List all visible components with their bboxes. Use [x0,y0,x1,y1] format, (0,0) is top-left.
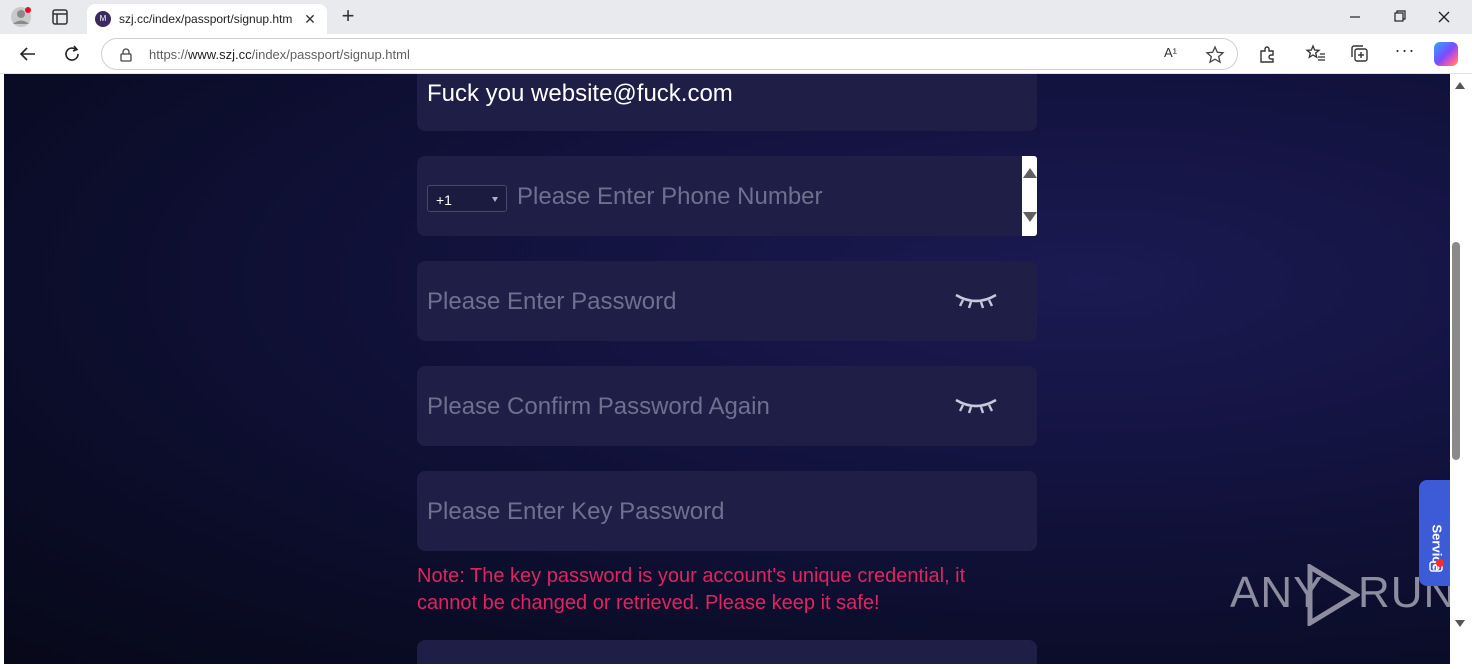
phone-field[interactable]: +1 Please Enter Phone Number [417,156,1037,236]
extensions-icon[interactable] [1256,43,1278,65]
back-arrow-icon[interactable] [16,42,40,66]
country-code-select[interactable]: +1 [427,185,507,212]
note-line-2: cannot be changed or retrieved. Please k… [417,592,880,614]
confirm-password-field[interactable]: Please Confirm Password Again [417,366,1037,446]
favorites-list-icon[interactable] [1305,43,1327,65]
scroll-up-icon[interactable] [1455,82,1465,89]
scroll-down-icon[interactable] [1455,620,1465,627]
read-aloud-icon[interactable]: A¹ [1164,45,1184,65]
password-placeholder[interactable]: Please Enter Password [427,288,676,316]
tab-actions-icon[interactable] [50,7,70,27]
country-code-value: +1 [436,192,452,208]
navigation-bar: https://www.szj.cc/index/passport/signup… [0,34,1472,74]
tab-title: szj.cc/index/passport/signup.htm [119,12,293,26]
key-password-field[interactable]: Please Enter Key Password [417,471,1037,551]
more-options-icon[interactable]: ··· [1394,41,1416,65]
tab-close-icon[interactable]: ✕ [301,10,319,28]
minimize-icon[interactable] [1342,6,1368,28]
url-text[interactable]: https://www.szj.cc/index/passport/signup… [149,47,410,62]
phone-placeholder[interactable]: Please Enter Phone Number [517,183,823,211]
scrollbar-thumb[interactable] [1452,242,1460,460]
email-value[interactable]: Fuck you website@fuck.com [427,80,733,108]
eye-closed-icon[interactable] [953,291,999,311]
notification-dot [1436,559,1444,567]
lock-icon[interactable] [118,47,134,63]
profile-icon[interactable] [10,6,32,28]
browser-title-bar: M szj.cc/index/passport/signup.htm ✕ + [0,0,1472,34]
signup-page: Fuck you website@fuck.com +1 Please Ente… [4,74,1450,664]
service-label: Service [1429,524,1445,571]
number-spinner[interactable] [1022,156,1037,236]
next-form-field[interactable] [417,640,1037,664]
collections-icon[interactable] [1349,43,1371,65]
confirm-password-placeholder[interactable]: Please Confirm Password Again [427,393,770,421]
note-line-1: Note: The key password is your account's… [417,565,966,587]
eye-closed-icon[interactable] [953,396,999,416]
anyrun-watermark: ANY RUN [1230,564,1450,628]
spin-down-icon[interactable] [1023,212,1037,222]
reload-icon[interactable] [60,42,84,66]
url-scheme: https:// [149,47,189,62]
dropdown-arrow-icon [492,197,498,202]
key-password-placeholder[interactable]: Please Enter Key Password [427,498,724,526]
key-password-note: Note: The key password is your account's… [417,563,1057,617]
site-favicon-icon: M [95,11,111,27]
close-window-icon[interactable] [1431,6,1457,28]
email-field[interactable]: Fuck you website@fuck.com [417,74,1037,131]
url-path: /index/passport/signup.html [251,47,410,62]
new-tab-icon[interactable]: + [336,5,360,29]
url-host: www.szj.cc [188,47,252,62]
copilot-icon[interactable] [1434,42,1458,66]
service-button[interactable]: Service [1419,480,1450,586]
window-bottom-edge [0,664,1472,670]
browser-tab-active[interactable]: M szj.cc/index/passport/signup.htm ✕ [87,4,327,34]
spin-up-icon[interactable] [1023,168,1037,178]
restore-icon[interactable] [1386,6,1412,28]
play-logo-icon [1307,564,1360,626]
password-field[interactable]: Please Enter Password [417,261,1037,341]
favorite-star-icon[interactable] [1204,44,1226,66]
address-bar[interactable]: https://www.szj.cc/index/passport/signup… [101,38,1238,70]
